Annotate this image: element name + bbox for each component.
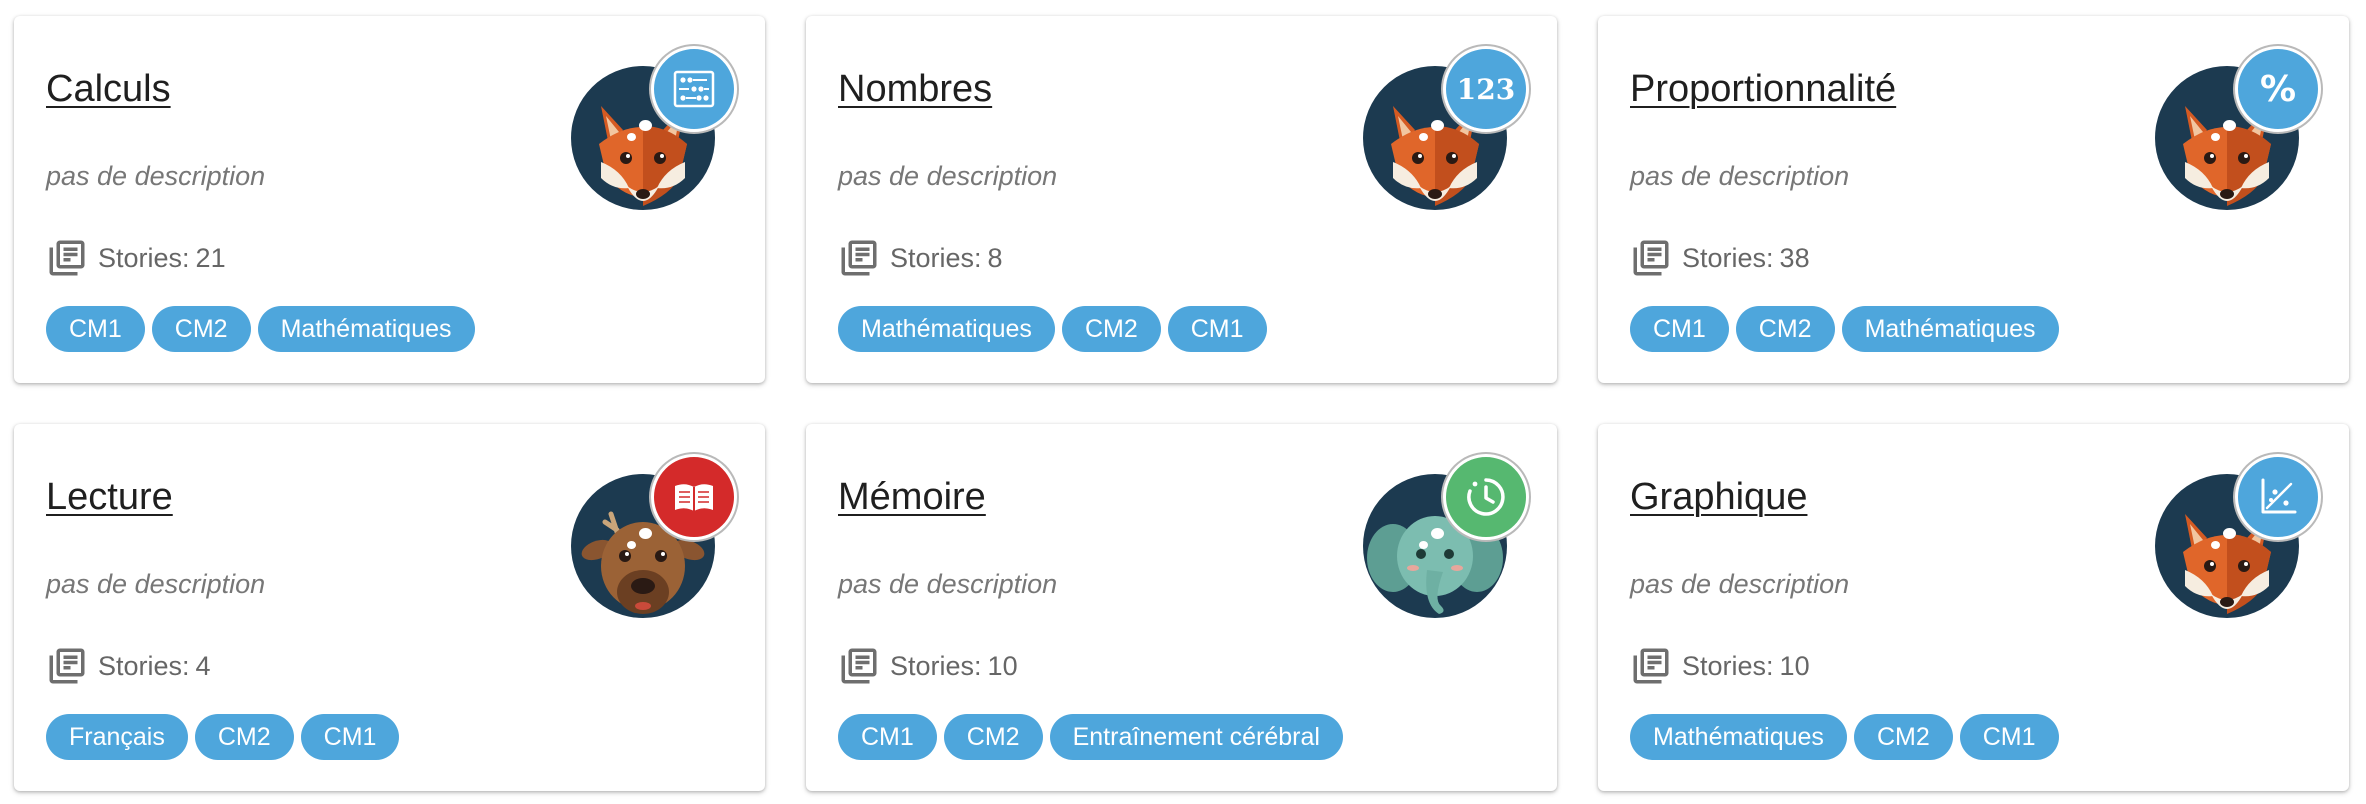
tag-chip[interactable]: Mathématiques (1630, 714, 1847, 760)
abacus-icon (651, 46, 737, 132)
open-book-icon (651, 454, 737, 540)
thought-bubble (639, 120, 652, 131)
tag-chip[interactable]: CM2 (151, 306, 251, 352)
card-grid: Calculs pas de description Stories: 21 C… (0, 0, 2366, 804)
tag-chip[interactable]: CM1 (838, 714, 937, 760)
numbers-123-icon: 123 (1443, 46, 1529, 132)
tag-chip[interactable]: CM2 (1061, 306, 1161, 352)
stories-count: Stories: 38 (1630, 237, 1810, 279)
thought-bubble (627, 133, 636, 141)
stories-count: Stories: 21 (46, 237, 226, 279)
tag-chip[interactable]: CM1 (1959, 714, 2059, 760)
stories-label: Stories: (1682, 650, 1774, 681)
tag-chip[interactable]: Français (46, 714, 188, 760)
stories-value: 38 (1779, 242, 1810, 273)
tag-list: Mathématiques CM2 CM1 (1630, 714, 2059, 760)
stories-value: 21 (195, 242, 226, 273)
tag-list: CM1 CM2 Mathématiques (1630, 306, 2059, 352)
tag-chip[interactable]: CM1 (46, 306, 145, 352)
card-title[interactable]: Graphique (1630, 476, 1807, 519)
library-books-icon (1633, 240, 1669, 276)
library-books-icon (841, 240, 877, 276)
tag-list: CM1 CM2 Mathématiques (46, 306, 475, 352)
thought-bubble (639, 528, 652, 539)
tag-chip[interactable]: CM1 (1630, 306, 1729, 352)
library-books-icon (1633, 648, 1669, 684)
stories-count: Stories: 4 (46, 645, 211, 687)
thought-bubble (2211, 133, 2220, 141)
card-title[interactable]: Mémoire (838, 476, 986, 519)
stories-label: Stories: (890, 650, 982, 681)
tag-chip[interactable]: CM1 (1167, 306, 1267, 352)
thought-bubble (1419, 541, 1428, 549)
card-title[interactable]: Calculs (46, 68, 171, 111)
stories-count: Stories: 10 (838, 645, 1018, 687)
stories-value: 8 (987, 242, 1003, 273)
tag-chip[interactable]: CM2 (194, 714, 294, 760)
thought-bubble (627, 541, 636, 549)
tag-chip[interactable]: Mathématiques (1841, 306, 2059, 352)
library-books-icon (841, 648, 877, 684)
tag-chip[interactable]: CM2 (1853, 714, 1953, 760)
tag-list: Mathématiques CM2 CM1 (838, 306, 1267, 352)
badge-text: 123 (1456, 72, 1516, 106)
thought-bubble (2223, 120, 2236, 131)
thought-bubble (1419, 133, 1428, 141)
card-graphique[interactable]: Graphique pas de description Stories: 10… (1598, 424, 2349, 791)
tag-chip[interactable]: Mathématiques (257, 306, 475, 352)
stories-value: 10 (987, 650, 1018, 681)
card-description: pas de description (46, 161, 266, 191)
thought-bubble (2223, 528, 2236, 539)
tag-chip[interactable]: Entraînement cérébral (1049, 714, 1343, 760)
tag-chip[interactable]: CM2 (1735, 306, 1835, 352)
tag-list: CM1 CM2 Entraînement cérébral (838, 714, 1343, 760)
card-title[interactable]: Nombres (838, 68, 992, 111)
card-title[interactable]: Lecture (46, 476, 173, 519)
thought-bubble (1431, 120, 1444, 131)
card-lecture[interactable]: Lecture pas de description Stories: 4 Fr… (14, 424, 765, 791)
chart-axes-icon (2235, 454, 2321, 540)
library-books-icon (49, 648, 85, 684)
stories-count: Stories: 8 (838, 237, 1003, 279)
card-proportionnalite[interactable]: Proportionnalité pas de description Stor… (1598, 16, 2349, 383)
stories-value: 10 (1779, 650, 1810, 681)
card-description: pas de description (1630, 569, 1850, 599)
card-description: pas de description (838, 161, 1058, 191)
stories-label: Stories: (890, 242, 982, 273)
stories-value: 4 (195, 650, 211, 681)
card-memoire[interactable]: Mémoire pas de description Stories: 10 C… (806, 424, 1557, 791)
percent-icon: % (2235, 46, 2321, 132)
stories-count: Stories: 10 (1630, 645, 1810, 687)
stories-label: Stories: (98, 650, 190, 681)
thought-bubble (2211, 541, 2220, 549)
tag-chip[interactable]: CM1 (300, 714, 400, 760)
tag-chip[interactable]: CM2 (943, 714, 1043, 760)
tag-chip[interactable]: Mathématiques (838, 306, 1055, 352)
card-description: pas de description (1630, 161, 1850, 191)
stories-label: Stories: (1682, 242, 1774, 273)
tag-list: Français CM2 CM1 (46, 714, 400, 760)
brain-clock-icon (1443, 454, 1529, 540)
card-description: pas de description (46, 569, 266, 599)
thought-bubble (1431, 528, 1444, 539)
library-books-icon (49, 240, 85, 276)
stories-label: Stories: (98, 242, 190, 273)
badge-text: % (2259, 68, 2297, 110)
card-calculs[interactable]: Calculs pas de description Stories: 21 C… (14, 16, 765, 383)
card-title[interactable]: Proportionnalité (1630, 68, 1896, 111)
card-nombres[interactable]: Nombres pas de description Stories: 8 Ma… (806, 16, 1557, 383)
card-description: pas de description (838, 569, 1058, 599)
